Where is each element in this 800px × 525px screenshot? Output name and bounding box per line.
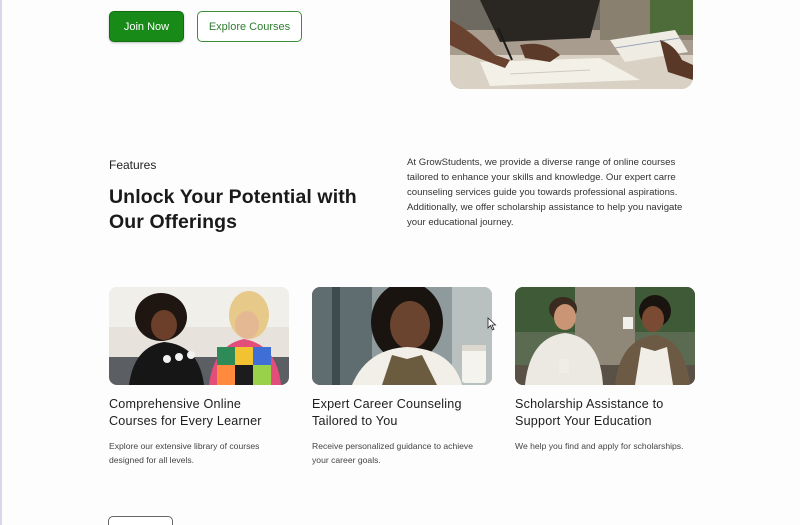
card-title: Comprehensive Online Courses for Every L… [109, 397, 262, 428]
hero-image [450, 0, 693, 89]
join-now-button[interactable]: Join Now [109, 11, 184, 42]
two-women-laughing-image [109, 287, 289, 385]
card-description: Receive personalized guidance to achieve… [312, 441, 473, 465]
card-description: Explore our extensive library of courses… [109, 441, 260, 465]
card-title: Expert Career Counseling Tailored to You [312, 397, 462, 428]
card-description: We help you find and apply for scholarsh… [515, 441, 684, 451]
course-card-counseling[interactable]: Expert Career Counseling Tailored to You… [312, 287, 492, 467]
features-eyebrow: Features [109, 158, 157, 172]
card-title: Scholarship Assistance to Support Your E… [515, 397, 664, 428]
students-at-cafe-image [515, 287, 695, 385]
features-intro: At GrowStudents, we provide a diverse ra… [407, 157, 683, 228]
course-card-online[interactable]: Comprehensive Online Courses for Every L… [109, 287, 289, 467]
partial-button[interactable] [108, 516, 173, 525]
features-headline: Unlock Your Potential with Our Offerings [109, 186, 357, 233]
course-card-scholarship[interactable]: Scholarship Assistance to Support Your E… [515, 287, 695, 454]
mouse-cursor-icon [487, 317, 497, 331]
left-edge-divider [0, 0, 2, 525]
woman-with-coffee-image [312, 287, 492, 385]
explore-courses-button[interactable]: Explore Courses [197, 11, 302, 42]
